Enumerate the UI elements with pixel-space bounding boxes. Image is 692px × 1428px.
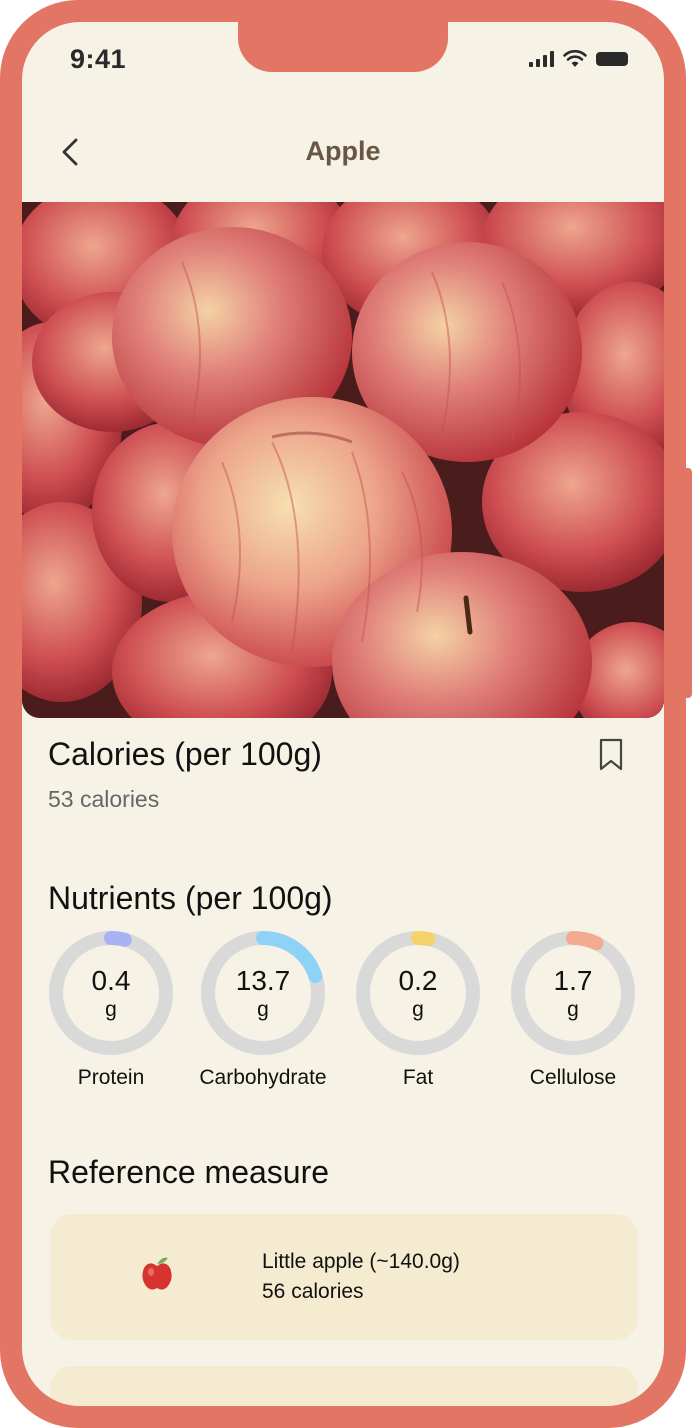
nutrient-rings: 0.4 g Protein 13.7 g Carbohydrate 0.2 g … (22, 928, 664, 1098)
nutrient-value: 0.4 (91, 965, 131, 996)
wifi-icon (563, 50, 587, 67)
side-button (684, 468, 692, 698)
nutrient-value: 0.2 (398, 965, 438, 996)
nutrient-protein: 0.4 g Protein (36, 928, 186, 1089)
nutrient-carbohydrate: 13.7 g Carbohydrate (188, 928, 338, 1089)
calories-value: 53 calories (48, 786, 160, 812)
page-title: Apple (305, 136, 381, 166)
reference-card-partial[interactable] (50, 1366, 638, 1406)
reference-calories: 56 calories (262, 1280, 364, 1303)
screen: 9:41 Apple Calories (per 100g) 53 calori… (22, 22, 664, 1406)
notch (238, 22, 448, 72)
nutrient-value: 1.7 (553, 965, 593, 996)
calories-title: Calories (per 100g) (48, 736, 322, 772)
status-time: 9:41 (70, 44, 127, 74)
signal-icon (529, 51, 554, 67)
status-icons (529, 50, 628, 68)
nutrient-label: Cellulose (529, 1066, 617, 1089)
reference-title: Reference measure (48, 1154, 330, 1190)
nutrients-title: Nutrients (per 100g) (48, 880, 333, 916)
nutrient-unit: g (567, 998, 579, 1021)
nutrient-unit: g (412, 998, 424, 1021)
nutrient-cellulose: 1.7 g Cellulose (498, 928, 648, 1089)
apple-photo (22, 202, 664, 718)
reference-card[interactable]: Little apple (~140.0g) 56 calories (50, 1214, 638, 1340)
battery-icon (596, 52, 628, 66)
nutrient-fat: 0.2 g Fat (343, 928, 493, 1089)
nav-bar: Apple (22, 122, 664, 182)
bookmark-icon[interactable] (598, 738, 624, 772)
nutrient-value: 13.7 (235, 965, 291, 996)
nutrient-unit: g (257, 998, 269, 1021)
nutrient-unit: g (105, 998, 117, 1021)
apple-icon (142, 1257, 172, 1290)
reference-name: Little apple (~140.0g) (262, 1250, 460, 1273)
